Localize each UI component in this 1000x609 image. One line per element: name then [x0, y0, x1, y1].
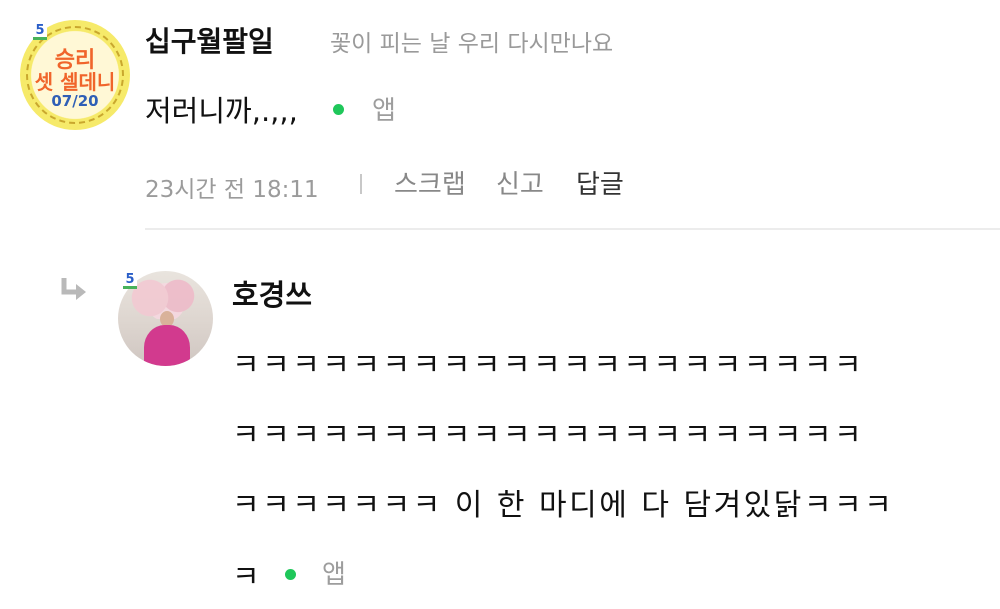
comment-text: 저러니까,.,,, [145, 94, 298, 128]
commenter-nickname[interactable]: 십구월팔일 [145, 20, 274, 60]
app-label: 앱 [372, 96, 396, 126]
avatar-text-line3: 07/20 [51, 92, 99, 110]
commenter-subtitle: 꽃이 피는 날 우리 다시만나요 [330, 31, 614, 57]
reply-text-line: ㅋㅋㅋㅋㅋㅋㅋㅋㅋㅋㅋㅋㅋㅋㅋㅋㅋㅋㅋㅋㅋ [232, 418, 865, 453]
app-dot-icon [285, 569, 296, 580]
reply-text-line: ㅋㅋㅋㅋㅋㅋㅋ 이 한 마디에 다 담겨있닭ㅋㅋㅋ [232, 488, 895, 523]
comment-divider [145, 228, 1000, 230]
reply-text-line: ㅋ [232, 560, 263, 595]
site-badge-icon: 5 [33, 22, 47, 40]
avatar-photo-coat [144, 325, 190, 366]
replier-nickname[interactable]: 호경쓰 [232, 272, 312, 314]
comment-timestamp: 23시간 전 18:11 [145, 177, 319, 203]
scrap-button[interactable]: 스크랩 [394, 164, 466, 201]
meta-divider [360, 174, 362, 194]
reply-text-line: ㅋㅋㅋㅋㅋㅋㅋㅋㅋㅋㅋㅋㅋㅋㅋㅋㅋㅋㅋㅋㅋ [232, 348, 865, 383]
app-dot-icon [333, 104, 344, 115]
reply-arrow-icon [61, 278, 86, 300]
app-label: 앱 [322, 560, 346, 590]
report-button[interactable]: 신고 [496, 164, 544, 201]
site-badge-icon: 5 [123, 271, 137, 289]
avatar-text-line2: 셋 셀데니 [34, 70, 116, 94]
reply-button[interactable]: 답글 [576, 164, 624, 201]
